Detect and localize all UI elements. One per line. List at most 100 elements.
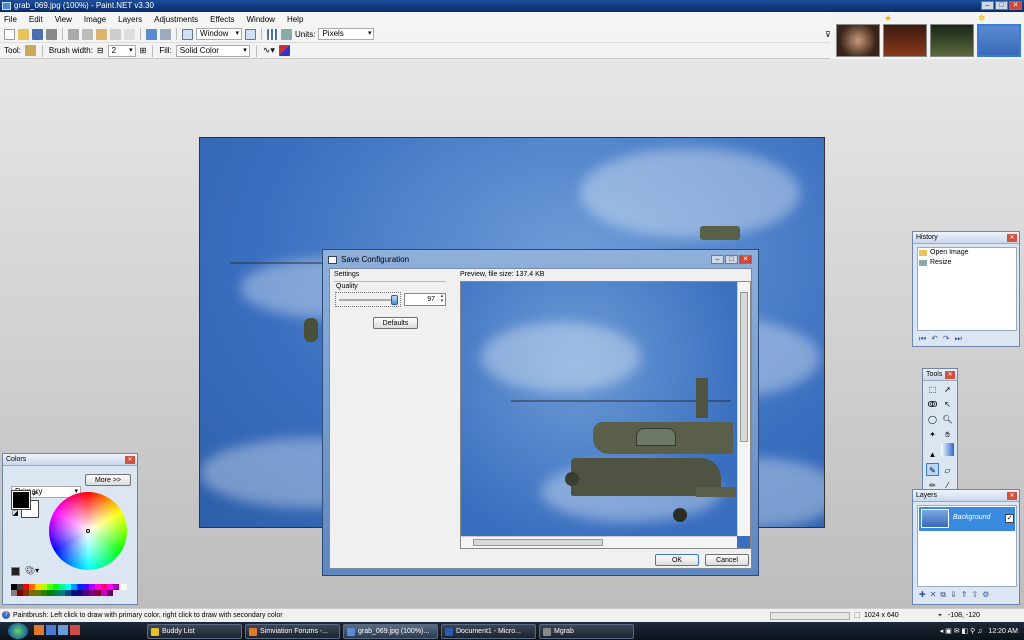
redo-icon[interactable]: [160, 28, 171, 40]
new-icon[interactable]: [4, 28, 15, 40]
reset-colors-icon[interactable]: ◪: [12, 509, 19, 517]
dialog-body: Settings Quality 97 ▴ ▾ Defaults Preview,…: [329, 268, 752, 569]
thumbnail-1[interactable]: [836, 24, 880, 57]
history-close-button[interactable]: ✕: [1007, 234, 1017, 242]
open-icon: [919, 250, 927, 256]
history-item[interactable]: Open Image: [918, 248, 1016, 258]
history-item[interactable]: Resize: [918, 258, 1016, 268]
tools-close-button[interactable]: ✕: [945, 371, 955, 379]
print-icon[interactable]: [46, 28, 57, 40]
quick-launch[interactable]: [34, 625, 144, 637]
colors-close-button[interactable]: ✕: [125, 456, 135, 464]
deselect-icon[interactable]: [124, 28, 135, 40]
settings-label: Settings: [334, 271, 360, 278]
menu-effects[interactable]: Effects: [210, 15, 234, 24]
move-icon[interactable]: ➚: [941, 383, 954, 396]
units-dropdown[interactable]: Pixels: [318, 28, 375, 40]
task-simviation[interactable]: Simviation Forums -...: [245, 623, 340, 639]
grid-icon[interactable]: [267, 28, 278, 40]
save-icon[interactable]: [32, 28, 43, 40]
maximize-button[interactable]: □: [995, 1, 1008, 10]
brush-width-increase-button[interactable]: ⊞: [140, 46, 147, 55]
menu-adjustments[interactable]: Adjustments: [154, 15, 198, 24]
thumbnail-3[interactable]: [930, 24, 974, 57]
eraser-icon[interactable]: ▱: [941, 464, 954, 477]
move-selection-icon[interactable]: ↖: [941, 398, 954, 411]
ellipse-select-icon[interactable]: ◯: [926, 413, 939, 426]
thumbnail-2[interactable]: [883, 24, 927, 57]
gradient-icon[interactable]: [941, 443, 954, 456]
task-mgrab[interactable]: Mgrab: [539, 623, 634, 639]
ok-button[interactable]: OK: [655, 554, 699, 566]
preview-vertical-scrollbar[interactable]: [737, 282, 750, 536]
magic-wand-icon[interactable]: ✦: [926, 428, 939, 441]
progress-bar: [770, 612, 850, 620]
palette-menu-icon[interactable]: [11, 567, 20, 576]
history-controls[interactable]: ⏮↶↷⏭: [919, 334, 967, 344]
task-buddy-list[interactable]: Buddy List: [147, 623, 242, 639]
rulers-icon[interactable]: [281, 28, 292, 40]
zoom-tool-icon[interactable]: 🔍︎: [941, 413, 954, 426]
sun-icon: ✲: [978, 13, 986, 23]
paste-icon[interactable]: [96, 28, 107, 40]
undo-icon[interactable]: [146, 28, 157, 40]
menu-layers[interactable]: Layers: [118, 15, 142, 24]
open-icon[interactable]: [18, 28, 29, 40]
layers-controls[interactable]: ✚✕⧉⇓⇑⇧⚙: [919, 590, 993, 600]
dialog-minimize-button[interactable]: –: [711, 255, 724, 264]
color-wheel[interactable]: [49, 492, 127, 570]
tools-panel: Tools ✕ ⬚ ➚ ↂ ↖ ◯ 🔍︎ ✦ ✋︎ ▲ ✎ ▱ ✏︎ ⁄: [922, 368, 958, 494]
cancel-button[interactable]: Cancel: [705, 554, 749, 566]
palette-options-icon[interactable]: 🎨︎▾: [25, 566, 39, 575]
zoom-icon[interactable]: [182, 28, 193, 40]
blend-mode-icon[interactable]: [278, 45, 290, 56]
minimize-button[interactable]: –: [981, 1, 994, 10]
rectangle-select-icon[interactable]: ⬚: [926, 383, 939, 396]
color-palette[interactable]: [11, 584, 131, 596]
pan-icon[interactable]: ✋︎: [941, 428, 954, 441]
dialog-maximize-button[interactable]: □: [725, 255, 738, 264]
preview-horizontal-scrollbar[interactable]: [461, 536, 737, 548]
layers-close-button[interactable]: ✕: [1007, 492, 1017, 500]
swap-colors-icon[interactable]: ↶: [32, 490, 39, 499]
antialiasing-icon[interactable]: ∿▾: [263, 45, 275, 56]
start-button[interactable]: [8, 623, 28, 639]
quality-slider-thumb[interactable]: [391, 295, 399, 305]
menu-window[interactable]: Window: [246, 15, 274, 24]
defaults-button[interactable]: Defaults: [373, 317, 418, 329]
lasso-icon[interactable]: ↂ: [926, 398, 939, 411]
system-tray: ◂ ▣ ✉ ◧ ⚲ ♫ 12:20 AM: [940, 627, 1024, 636]
layer-row[interactable]: Background ✓: [919, 507, 1015, 531]
fill-dropdown[interactable]: Solid Color: [175, 44, 250, 57]
brush-width-decrease-button[interactable]: ⊟: [97, 46, 104, 55]
menu-edit[interactable]: Edit: [29, 15, 43, 24]
zoom-in-icon[interactable]: [245, 28, 256, 40]
thumbnail-4-active[interactable]: [977, 24, 1021, 57]
zoom-mode-dropdown[interactable]: Window: [196, 28, 242, 40]
task-paintnet[interactable]: grab_069.jpg (100%)...: [343, 623, 438, 639]
thumbnails-menu-icon[interactable]: ⊽: [825, 30, 831, 39]
task-word[interactable]: Document1 - Micro...: [441, 623, 536, 639]
menu-help[interactable]: Help: [287, 15, 303, 24]
copy-icon[interactable]: [82, 28, 93, 40]
quality-spinner[interactable]: ▴ ▾: [439, 294, 445, 305]
paintbrush-tool-icon[interactable]: ✎: [926, 463, 939, 476]
menu-file[interactable]: File: [4, 15, 17, 24]
cursor-icon: ⌖: [938, 612, 942, 619]
layer-visibility-checkbox[interactable]: ✓: [1005, 514, 1014, 523]
menu-view[interactable]: View: [55, 15, 72, 24]
tray-icons[interactable]: ◂ ▣ ✉ ◧ ⚲ ♫: [940, 627, 983, 635]
close-button[interactable]: ✕: [1009, 1, 1022, 10]
cut-icon[interactable]: [68, 28, 79, 40]
image-thumbnails: ⊽ ★ ✲: [825, 12, 1024, 59]
primary-color-swatch[interactable]: [11, 490, 31, 510]
brush-width-input[interactable]: 2: [107, 44, 136, 57]
paint-bucket-icon[interactable]: ▲: [926, 448, 939, 461]
paintbrush-icon[interactable]: [24, 45, 36, 56]
clock[interactable]: 12:20 AM: [988, 628, 1018, 635]
dialog-close-button[interactable]: ✕: [739, 255, 752, 264]
crop-icon[interactable]: [110, 28, 121, 40]
more-colors-button[interactable]: More >>: [85, 474, 131, 486]
quality-slider[interactable]: [335, 292, 401, 307]
menu-image[interactable]: Image: [84, 15, 106, 24]
